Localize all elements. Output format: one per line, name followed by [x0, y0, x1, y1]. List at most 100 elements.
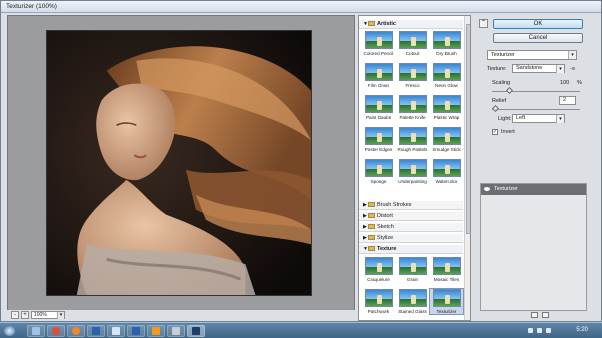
- relief-slider-knob[interactable]: [491, 104, 499, 113]
- invert-checkbox[interactable]: ✓: [492, 129, 498, 135]
- category-texture[interactable]: ▼ Texture: [359, 245, 463, 254]
- filter-thumb-sponge[interactable]: Sponge: [362, 159, 395, 184]
- filter-preview-image: [364, 159, 393, 177]
- light-select[interactable]: Left ▾: [512, 114, 565, 123]
- filter-thumb-mosaic-tiles[interactable]: Mosaic Tiles: [430, 257, 463, 282]
- start-button[interactable]: [4, 326, 15, 336]
- filter-thumb-texturizer[interactable]: Texturizer: [429, 288, 464, 315]
- taskbar-app-monitor[interactable]: [107, 325, 125, 337]
- filter-thumb-colored-pencil[interactable]: Colored Pencil: [362, 31, 395, 56]
- filter-thumb-craquelure[interactable]: Craquelure: [362, 257, 395, 282]
- zoom-out-button[interactable]: -: [11, 311, 19, 319]
- light-select-value: Left: [516, 115, 526, 121]
- filter-preview-image: [432, 63, 461, 81]
- preview-area[interactable]: [7, 15, 355, 311]
- filter-thumb-label: Neon Glow: [435, 83, 458, 88]
- filter-thumb-label: Grain: [406, 277, 419, 282]
- filter-thumb-dry-brush[interactable]: Dry Brush: [430, 31, 463, 56]
- category-artistic[interactable]: ▼ Artistic: [359, 20, 463, 29]
- folder-icon: [368, 213, 375, 218]
- title-bar: Texturizer (100%): [1, 1, 601, 13]
- filter-select[interactable]: Texturizer ▾: [487, 50, 577, 60]
- filter-preview-image: [432, 257, 461, 275]
- app-icon: [92, 327, 100, 335]
- filter-thumb-label: Poster Edges: [364, 147, 393, 152]
- window-title: Texturizer (100%): [6, 3, 57, 10]
- filter-thumb-label: Stained Glass: [398, 309, 427, 314]
- new-effect-layer-icon[interactable]: [531, 312, 538, 318]
- taskbar-chrome[interactable]: [47, 325, 65, 337]
- filter-thumb-label: Craquelure: [367, 277, 390, 282]
- taskbar-photoshop[interactable]: [187, 325, 205, 337]
- filter-thumb-label: Colored Pencil: [363, 51, 394, 56]
- filter-thumb-label: Underpainting: [398, 179, 427, 184]
- filter-thumb-underpainting[interactable]: Underpainting: [396, 159, 429, 184]
- filter-preview-image: [364, 289, 393, 307]
- volume-icon[interactable]: [546, 328, 551, 333]
- firefox-icon: [72, 327, 80, 335]
- category-sketch[interactable]: ▶ Sketch: [359, 223, 463, 232]
- texture-select-value: Sandstone: [516, 65, 543, 71]
- filter-thumb-patchwork[interactable]: Patchwork: [362, 289, 395, 314]
- scaling-slider-knob[interactable]: [505, 86, 513, 95]
- taskbar-word[interactable]: [127, 325, 145, 337]
- filter-preview-image: [432, 31, 461, 49]
- tray-icon[interactable]: [528, 328, 533, 333]
- gallery-scrollbar[interactable]: [464, 16, 470, 320]
- category-distort[interactable]: ▶ Distort: [359, 212, 463, 221]
- filter-thumb-palette-knife[interactable]: Palette Knife: [396, 95, 429, 120]
- filter-thumb-poster-edges[interactable]: Poster Edges: [362, 127, 395, 152]
- filter-thumb-label: Rough Pastels: [397, 147, 428, 152]
- texture-label: Texture:: [487, 66, 507, 72]
- texture-select[interactable]: Sandstone ▾: [512, 64, 565, 73]
- filter-thumb-label: Film Grain: [367, 83, 390, 88]
- category-label: Artistic: [377, 21, 396, 27]
- folder-icon: [368, 224, 375, 229]
- filter-thumb-label: Mosaic Tiles: [433, 277, 460, 282]
- taskbar-vlc[interactable]: [147, 325, 165, 337]
- filter-thumb-fresco[interactable]: Fresco: [396, 63, 429, 88]
- taskbar-explorer[interactable]: [27, 325, 45, 337]
- filter-preview-image: [398, 257, 427, 275]
- category-label: Distort: [377, 213, 393, 219]
- texture-menu-icon[interactable]: -≡: [570, 66, 575, 72]
- filter-thumb-rough-pastels[interactable]: Rough Pastels: [396, 127, 429, 152]
- taskbar-app-gray[interactable]: [167, 325, 185, 337]
- texturizer-window: Texturizer (100%) - + 100% ▾ ▼ Artistic …: [0, 0, 602, 322]
- cancel-button[interactable]: Cancel: [493, 33, 583, 43]
- filter-thumb-grain[interactable]: Grain: [396, 257, 429, 282]
- category-brush-strokes[interactable]: ▶ Brush Strokes: [359, 201, 463, 210]
- effect-layers-panel: Texturizer: [480, 183, 587, 311]
- scaling-value[interactable]: 100: [560, 80, 569, 86]
- category-label: Texture: [377, 246, 397, 252]
- taskbar-app-blue[interactable]: [87, 325, 105, 337]
- filter-thumb-film-grain[interactable]: Film Grain: [362, 63, 395, 88]
- monitor-icon: [112, 327, 120, 335]
- filter-thumb-plastic-wrap[interactable]: Plastic Wrap: [430, 95, 463, 120]
- filter-thumb-stained-glass[interactable]: Stained Glass: [396, 289, 429, 314]
- browser-icon: [52, 327, 60, 335]
- relief-slider[interactable]: [491, 104, 580, 113]
- delete-effect-layer-icon[interactable]: [542, 312, 549, 318]
- effect-layer-row[interactable]: Texturizer: [481, 184, 586, 195]
- ok-button[interactable]: OK: [493, 19, 583, 29]
- filter-preview-image: [364, 31, 393, 49]
- filter-preview-image: [432, 159, 461, 177]
- scaling-unit: %: [577, 80, 582, 86]
- scaling-slider[interactable]: [492, 86, 580, 95]
- zoom-select[interactable]: 100% ▾: [31, 311, 65, 319]
- network-icon[interactable]: [537, 328, 542, 333]
- category-stylize[interactable]: ▶ Stylize: [359, 234, 463, 243]
- scrollbar-thumb[interactable]: [466, 24, 470, 234]
- taskbar-firefox[interactable]: [67, 325, 85, 337]
- collapse-gallery-button[interactable]: ⌃: [479, 19, 488, 28]
- filter-thumb-watercolor[interactable]: Watercolor: [430, 159, 463, 184]
- filter-thumb-cutout[interactable]: Cutout: [396, 31, 429, 56]
- relief-input[interactable]: 2: [559, 96, 576, 105]
- filter-select-value: Texturizer: [491, 52, 515, 58]
- filter-thumb-paint-daubs[interactable]: Paint Daubs: [362, 95, 395, 120]
- filter-thumb-smudge-stick[interactable]: Smudge Stick: [430, 127, 463, 152]
- eye-icon[interactable]: [484, 187, 490, 191]
- filter-thumb-neon-glow[interactable]: Neon Glow: [430, 63, 463, 88]
- zoom-in-button[interactable]: +: [21, 311, 29, 319]
